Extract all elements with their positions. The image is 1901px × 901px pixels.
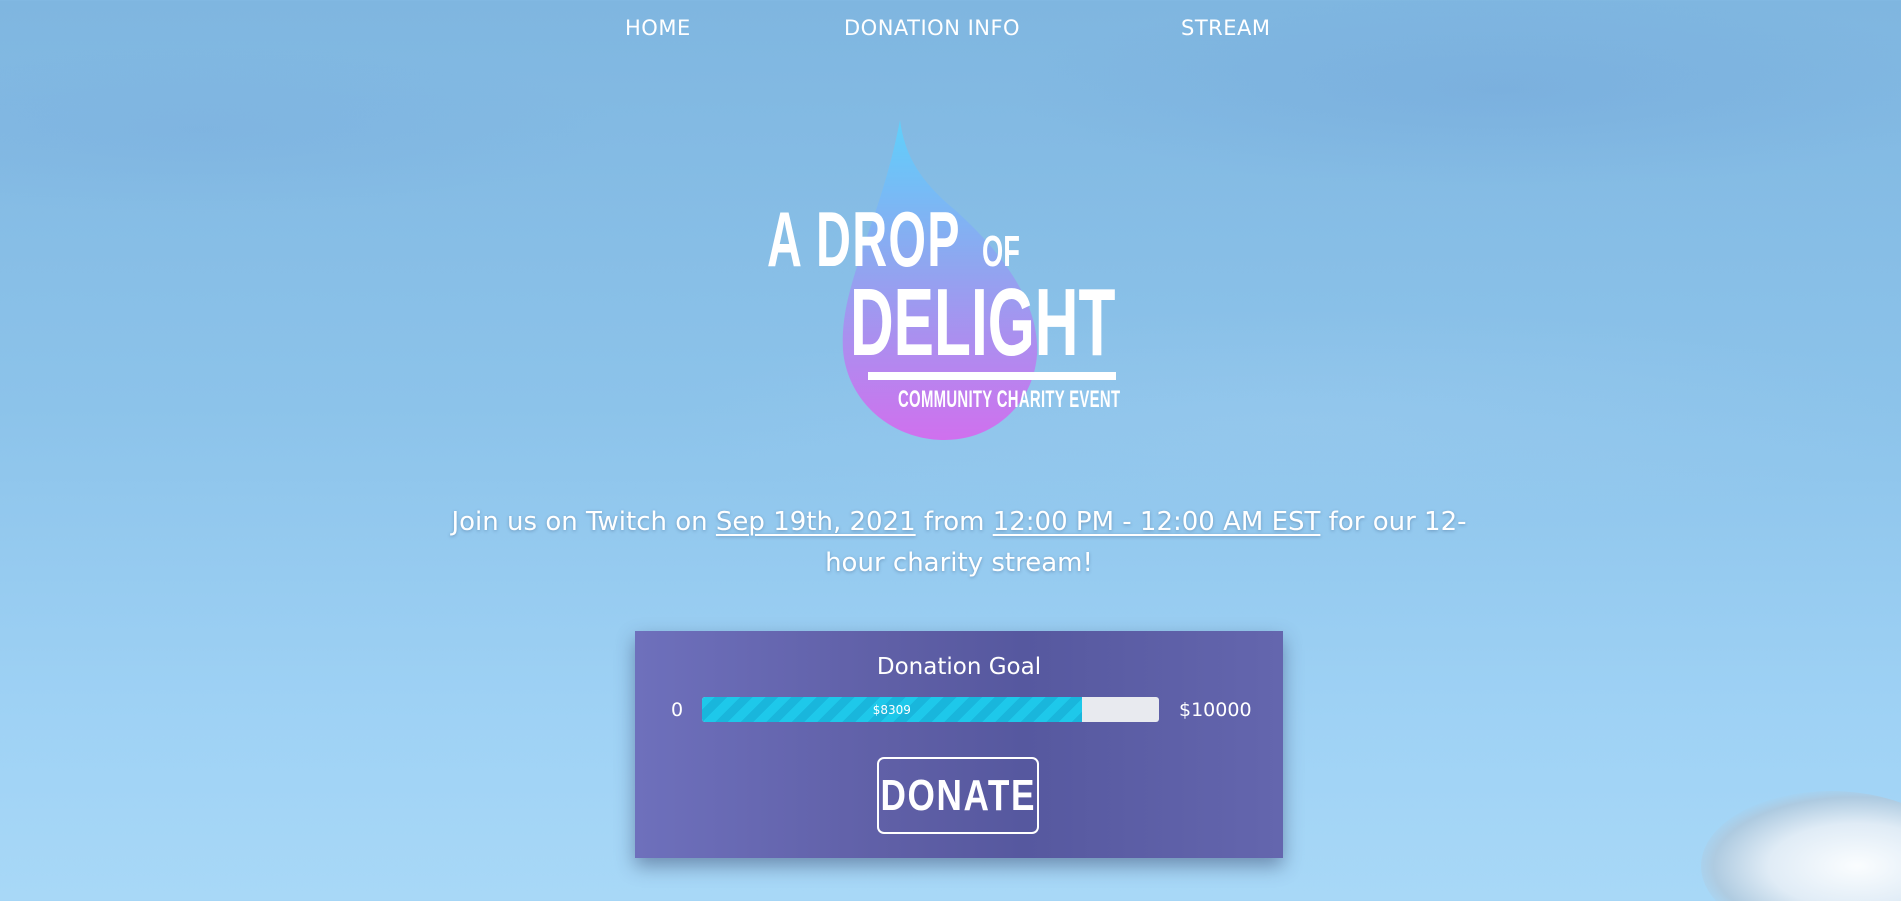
donation-max-label: $10000 xyxy=(1179,699,1252,721)
donation-current-amount: $8309 xyxy=(872,702,911,717)
nav-home-link[interactable]: HOME xyxy=(625,16,691,40)
donation-progress-fill: $8309 xyxy=(702,697,1082,722)
donate-button[interactable]: DONATE xyxy=(877,757,1039,834)
logo-underline xyxy=(868,372,1116,380)
background-cloud xyxy=(1701,791,1901,901)
donation-min-label: 0 xyxy=(670,699,684,721)
donation-progress-bar: $8309 xyxy=(702,697,1159,722)
logo-title-line2: DELIGHT xyxy=(850,269,1116,376)
donate-button-label: DONATE xyxy=(880,770,1036,820)
donation-goal-card: Donation Goal 0 $8309 $10000 DONATE xyxy=(635,631,1283,858)
logo-title-line1: A DROP xyxy=(767,195,961,283)
event-logo: A DROP OF DELIGHT COMMUNITY CHARITY EVEN… xyxy=(755,115,1155,445)
logo-title-of: OF xyxy=(982,227,1020,276)
event-date: Sep 19th, 2021 xyxy=(715,507,916,537)
tagline-prefix: Join us on Twitch on xyxy=(451,507,716,537)
donation-goal-title: Donation Goal xyxy=(876,654,1042,680)
event-time: 12:00 PM - 12:00 AM EST xyxy=(992,507,1321,537)
tagline-middle: from xyxy=(915,507,993,537)
logo-subtitle: COMMUNITY CHARITY EVENT xyxy=(898,386,1121,413)
nav-donation-info-link[interactable]: DONATION INFO xyxy=(844,16,1020,40)
event-tagline: Join us on Twitch on Sep 19th, 2021 from… xyxy=(430,502,1488,584)
top-nav: HOME DONATION INFO STREAM xyxy=(0,0,1901,58)
nav-stream-link[interactable]: STREAM xyxy=(1181,16,1271,40)
